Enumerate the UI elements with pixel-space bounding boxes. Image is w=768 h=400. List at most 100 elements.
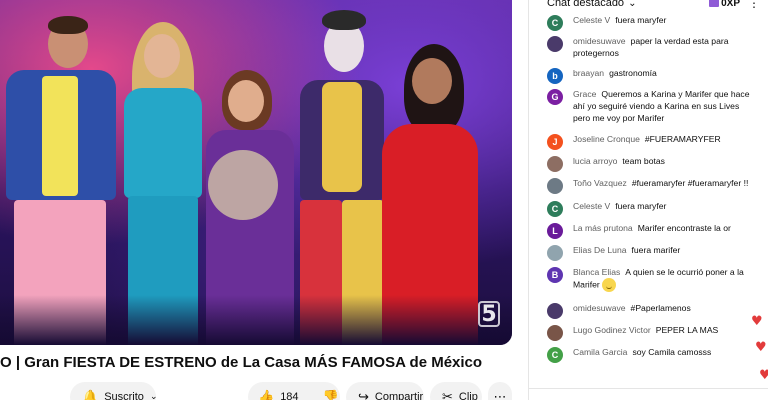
message-author[interactable]: Camila Garcia [573,347,627,357]
avatar[interactable]: C [547,201,563,217]
subscribed-label: Suscrito [104,391,144,400]
message-author[interactable]: Celeste V [573,201,610,211]
chat-message: omidesuwave paper la verdad esta para pro… [529,35,768,59]
message-text: gastronomía [609,68,657,78]
message-text: soy Camila camosss [632,347,712,357]
live-chat-panel: Chat destacado ⌄ 0XP ⋮ C Celeste V fuera m… [528,0,768,400]
like-count[interactable]: 184 [280,391,298,400]
more-icon[interactable]: ⋮ [748,0,760,10]
avatar[interactable] [547,303,563,319]
message-body: Elias De Luna fuera marifer [573,244,680,256]
thumbs-down-icon[interactable]: 👎 [323,390,339,400]
message-text: PEPER LA MAS [655,325,719,335]
message-body: omidesuwave paper la verdad esta para pro… [573,35,755,59]
message-body: Lugo Godinez Victor PEPER LA MAS [573,324,718,336]
message-author[interactable]: omidesuwave [573,36,626,46]
message-text: fuera maryfer [615,201,667,211]
chat-message: omidesuwave #Paperlamenos [529,302,768,319]
chat-message: Lugo Godinez Victor PEPER LA MAS [529,324,768,341]
chat-mode-label: Chat destacado [547,0,625,9]
chat-message: C Camila Garcia soy Camila camosss [529,346,768,363]
chat-message: Toño Vazquez #fueramaryfer #fueramaryfer … [529,177,768,194]
message-text: #fueramaryfer #fueramaryfer !! [631,178,749,188]
more-button[interactable]: ⋯ [488,382,512,400]
message-author[interactable]: Celeste V [573,15,610,25]
chat-message: L La más prutona Marifer encontraste la or [529,222,768,239]
message-author[interactable]: Grace [573,89,596,99]
avatar[interactable]: G [547,89,563,105]
message-text: team botas [622,156,665,166]
message-body: Blanca Elias A quien se le ocurrió poner … [573,266,755,292]
message-text: fuera marifer [631,245,681,255]
message-body: Joseline Cronque #FUERAMARYFER [573,133,721,145]
message-body: lucia arroyo team botas [573,155,665,167]
video-title: O | Gran FIESTA DE ESTRENO de La Casa MÁ… [0,354,483,371]
chevron-down-icon: ⌄ [149,392,158,400]
message-body: Celeste V fuera maryfer [573,14,666,26]
message-text: Marifer encontraste la or [637,223,731,233]
message-body: Camila Garcia soy Camila camosss [573,346,711,358]
message-body: Toño Vazquez #fueramaryfer #fueramaryfer … [573,177,748,189]
share-label: Compartir [374,391,424,400]
avatar[interactable]: B [547,267,563,283]
thumbs-up-icon[interactable]: 👍 [258,390,274,400]
subscribed-button[interactable]: 🔔 Suscrito ⌄ [70,382,158,400]
avatar[interactable] [547,36,563,52]
message-author[interactable]: Toño Vazquez [573,178,627,188]
heart-reaction-icon: ♥ [759,368,768,383]
channel-watermark: 5 [478,301,500,327]
message-author[interactable]: Lugo Godinez Victor [573,325,651,335]
points-badge[interactable]: 0XP [709,0,740,9]
bell-icon: 🔔 [82,389,99,400]
heart-reaction-icon: ♥ [751,314,763,329]
more-icon: ⋯ [493,389,507,400]
avatar[interactable]: C [547,15,563,31]
share-button[interactable]: ↪ Compartir [346,382,424,400]
chat-message: C Celeste V fuera maryfer [529,200,768,217]
message-author[interactable]: braayan [573,68,604,78]
chat-mode-selector[interactable]: Chat destacado ⌄ [547,0,636,9]
chat-message: J Joseline Cronque #FUERAMARYFER [529,133,768,150]
message-author[interactable]: La más prutona [573,223,633,233]
message-author[interactable]: Elias De Luna [573,245,627,255]
scissors-icon: ✂ [442,389,453,400]
message-text: #Paperlamenos [630,303,691,313]
clip-button[interactable]: ✂ Clip [430,382,482,400]
chat-input-area[interactable] [529,388,768,400]
like-dislike-group: 👍 184 👎 [248,382,340,400]
message-author[interactable]: lucia arroyo [573,156,617,166]
chevron-down-icon: ⌄ [628,0,637,9]
message-body: Grace Queremos a Karina y Marifer que hac… [573,88,755,124]
video-player[interactable]: 5 [0,0,512,345]
chat-message: C Celeste V fuera maryfer [529,14,768,31]
heart-reaction-icon: ♥ [755,340,767,355]
message-text: Queremos a Karina y Marifer que hace ahí… [573,89,750,123]
avatar[interactable]: b [547,68,563,84]
avatar[interactable] [547,178,563,194]
message-body: Celeste V fuera maryfer [573,200,666,212]
message-text: #FUERAMARYFER [644,134,721,144]
avatar[interactable]: J [547,134,563,150]
action-bar: 🔔 Suscrito ⌄ 👍 184 👎 ↪ Compartir ✂ Clip … [0,382,512,400]
chat-message: B Blanca Elias A quien se le ocurrió poner… [529,266,768,292]
message-text: fuera maryfer [615,15,667,25]
avatar[interactable] [547,245,563,261]
clip-label: Clip [458,391,478,400]
avatar[interactable] [547,325,563,341]
message-body: braayan gastronomía [573,67,657,79]
crown-icon [709,0,720,7]
chat-message: G Grace Queremos a Karina y Marifer que ha… [529,88,768,124]
avatar[interactable]: C [547,347,563,363]
points-label: 0XP [721,0,740,9]
message-body: La más prutona Marifer encontraste la or [573,222,731,234]
smile-emoji-icon [601,278,616,292]
message-author[interactable]: Joseline Cronque [573,134,640,144]
message-author[interactable]: omidesuwave [573,303,626,313]
share-icon: ↪ [358,389,369,400]
message-author[interactable]: Blanca Elias [573,267,620,277]
chat-message: b braayan gastronomía [529,67,768,84]
avatar[interactable]: L [547,223,563,239]
message-body: omidesuwave #Paperlamenos [573,302,691,314]
avatar[interactable] [547,156,563,172]
chat-header: Chat destacado ⌄ 0XP ⋮ [529,0,768,12]
